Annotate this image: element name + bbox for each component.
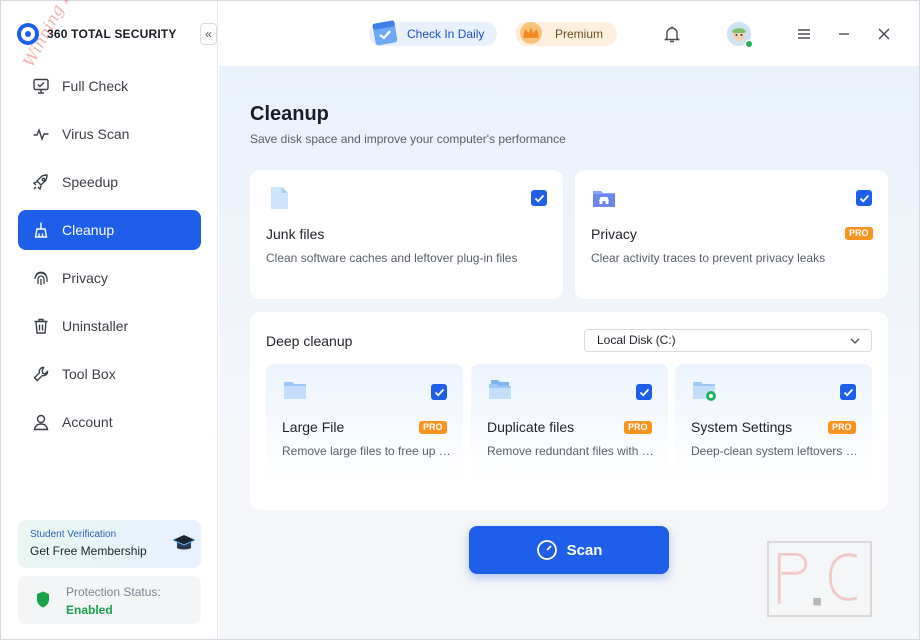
privacy-card[interactable]: PRO Privacy Clear activity traces to pre… xyxy=(575,170,888,299)
top-bar: Check In Daily Premium xyxy=(219,1,919,66)
duplicate-files-desc: Remove redundant files with the same con… xyxy=(487,444,657,458)
sidebar-nav: Full Check Virus Scan Speedup Cleanup Pr… xyxy=(18,66,201,450)
sidebar-item-label: Account xyxy=(62,414,113,430)
sidebar-item-cleanup[interactable]: Cleanup xyxy=(18,210,201,250)
sidebar-item-privacy[interactable]: Privacy xyxy=(18,258,201,298)
crown-icon xyxy=(520,22,542,44)
sidebar-item-label: Speedup xyxy=(62,174,119,190)
app-window: 360 TOTAL SECURITY « Full Check Virus Sc… xyxy=(0,0,920,640)
minimize-icon[interactable] xyxy=(833,23,855,45)
file-icon xyxy=(271,187,288,209)
sidebar-item-label: Virus Scan xyxy=(62,126,130,142)
large-file-checkbox[interactable] xyxy=(431,384,447,400)
pro-badge: PRO xyxy=(419,421,447,434)
deep-cleanup-card: Deep cleanup Local Disk (C:) PRO Large F… xyxy=(250,312,888,510)
privacy-title: Privacy xyxy=(591,226,637,242)
sidebar-item-speedup[interactable]: Speedup xyxy=(18,162,201,202)
disk-select-value: Local Disk (C:) xyxy=(597,333,676,347)
page-subtitle: Save disk space and improve your compute… xyxy=(250,132,566,146)
folder-icon xyxy=(284,382,306,399)
shield-icon xyxy=(37,591,49,608)
check-in-daily-button[interactable]: Check In Daily xyxy=(369,20,497,46)
chevron-down-icon xyxy=(850,338,860,344)
disk-select[interactable]: Local Disk (C:) xyxy=(584,329,872,352)
system-settings-title: System Settings xyxy=(691,419,793,435)
large-file-desc: Remove large files to free up space xyxy=(282,444,452,458)
graduation-cap-icon xyxy=(172,535,196,550)
junk-files-checkbox[interactable] xyxy=(531,190,547,206)
calendar-check-icon xyxy=(372,20,398,46)
sidebar-item-label: Privacy xyxy=(62,270,108,286)
student-verification-card[interactable]: Student Verification Get Free Membership xyxy=(18,520,201,568)
sidebar-item-label: Full Check xyxy=(62,78,129,94)
protection-status-title: Protection Status: xyxy=(66,585,161,599)
check-in-daily-label: Check In Daily xyxy=(407,27,485,41)
sidebar-item-virus-scan[interactable]: Virus Scan xyxy=(18,114,201,154)
junk-files-card[interactable]: Junk files Clean software caches and lef… xyxy=(250,170,563,299)
premium-button[interactable]: Premium xyxy=(515,22,617,46)
system-settings-checkbox[interactable] xyxy=(840,384,856,400)
bell-icon[interactable] xyxy=(661,23,683,45)
privacy-folder-icon xyxy=(593,191,615,207)
avatar[interactable] xyxy=(727,22,753,48)
large-file-card[interactable]: PRO Large File Remove large files to fre… xyxy=(266,364,463,482)
duplicate-folder-icon xyxy=(489,380,511,399)
broom-icon xyxy=(32,221,50,239)
pc-watermark-logo xyxy=(767,541,872,617)
system-settings-desc: Deep-clean system leftovers and caches xyxy=(691,444,861,458)
sidebar-item-uninstaller[interactable]: Uninstaller xyxy=(18,306,201,346)
main-content: Cleanup Save disk space and improve your… xyxy=(219,66,919,639)
scan-button[interactable]: Scan xyxy=(469,526,669,574)
pro-badge: PRO xyxy=(845,227,873,240)
sidebar-item-tool-box[interactable]: Tool Box xyxy=(18,354,201,394)
sidebar-item-label: Cleanup xyxy=(62,222,115,238)
protection-status-value: Enabled xyxy=(66,603,113,617)
premium-label: Premium xyxy=(555,27,604,41)
pro-badge: PRO xyxy=(828,421,856,434)
user-icon xyxy=(32,413,50,431)
gauge-icon xyxy=(536,540,557,560)
wrench-icon xyxy=(32,365,50,383)
privacy-desc: Clear activity traces to prevent privacy… xyxy=(591,251,826,265)
settings-folder-icon xyxy=(693,382,716,401)
system-settings-card[interactable]: PRO System Settings Deep-clean system le… xyxy=(675,364,872,482)
student-verification-title: Student Verification xyxy=(30,529,117,540)
privacy-checkbox[interactable] xyxy=(856,190,872,206)
page-title: Cleanup xyxy=(250,103,329,125)
duplicate-files-checkbox[interactable] xyxy=(636,384,652,400)
pc-watermark-icon xyxy=(777,552,858,606)
sidebar: 360 TOTAL SECURITY « Full Check Virus Sc… xyxy=(1,1,218,639)
pro-badge: PRO xyxy=(624,421,652,434)
pulse-icon xyxy=(32,125,50,143)
sidebar-item-label: Uninstaller xyxy=(62,318,129,334)
sidebar-item-account[interactable]: Account xyxy=(18,402,201,442)
monitor-icon xyxy=(32,77,50,95)
collapse-sidebar-button[interactable]: « xyxy=(200,23,217,45)
sidebar-item-label: Tool Box xyxy=(62,366,116,382)
close-icon[interactable] xyxy=(873,23,895,45)
trash-icon xyxy=(32,317,50,335)
scan-label: Scan xyxy=(566,541,603,559)
duplicate-files-title: Duplicate files xyxy=(487,419,575,435)
brand-name: 360 TOTAL SECURITY xyxy=(47,27,177,41)
menu-icon[interactable] xyxy=(793,23,815,45)
student-verification-subtitle: Get Free Membership xyxy=(30,544,147,558)
junk-files-title: Junk files xyxy=(266,226,325,242)
duplicate-files-card[interactable]: PRO Duplicate files Remove redundant fil… xyxy=(471,364,668,482)
online-status-dot xyxy=(745,40,753,48)
sidebar-item-full-check[interactable]: Full Check xyxy=(18,66,201,106)
protection-status-card: Protection Status: Enabled xyxy=(18,576,201,624)
rocket-icon xyxy=(32,173,50,191)
large-file-title: Large File xyxy=(282,419,345,435)
junk-files-desc: Clean software caches and leftover plug-… xyxy=(266,251,518,265)
deep-cleanup-title: Deep cleanup xyxy=(266,333,353,349)
fingerprint-icon xyxy=(32,269,50,287)
